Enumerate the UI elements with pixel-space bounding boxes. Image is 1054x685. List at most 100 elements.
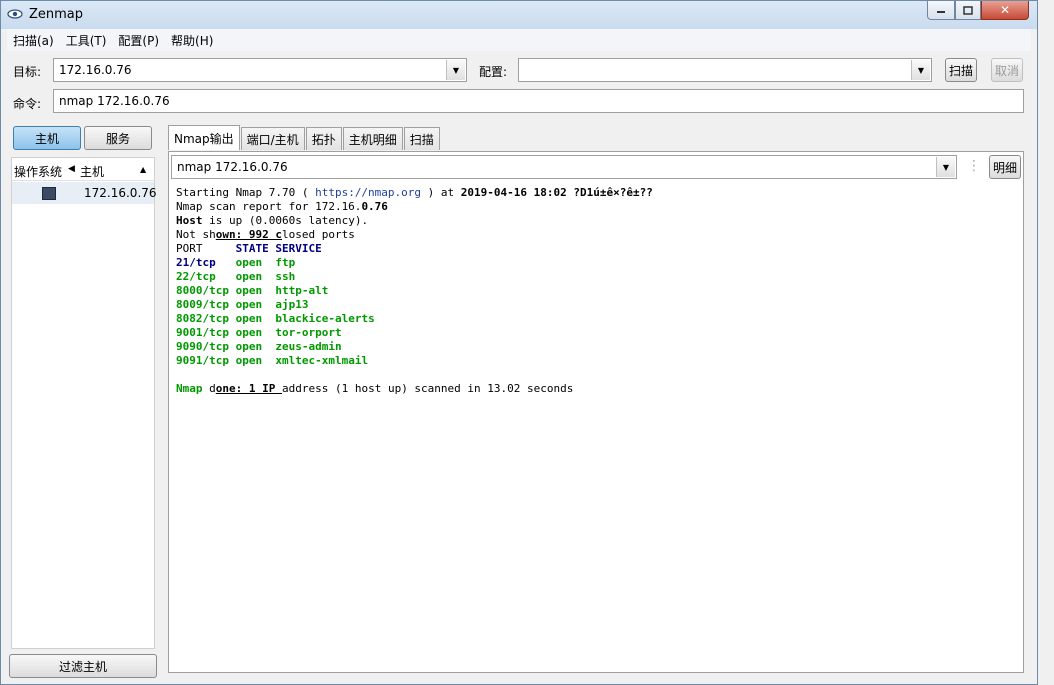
filter-hosts-button[interactable]: 过滤主机 — [9, 654, 157, 678]
window-title: Zenmap — [29, 7, 84, 22]
minimize-icon — [937, 11, 945, 13]
hosts-toggle-button[interactable]: 主机 — [13, 126, 81, 150]
tab-host-details[interactable]: 主机明细 — [342, 127, 403, 150]
cancel-button[interactable]: 取消 — [991, 58, 1023, 82]
command-label: 命令: — [13, 97, 42, 111]
output-line1-suffix: ?D1ú±ê×?ê±?? — [566, 186, 653, 199]
menu-tools[interactable]: 工具(T) — [60, 32, 113, 49]
port-number: 21/tcp — [176, 256, 216, 269]
port-service: blackice-alerts — [275, 312, 375, 325]
port-service: xmltec-xmlmail — [275, 354, 369, 367]
port-pad — [229, 298, 236, 311]
output-line4-underlined: own: 992 c — [215, 228, 282, 241]
separator-grip-icon: ⋮ — [967, 158, 981, 174]
tab-ports-hosts[interactable]: 端口/主机 — [240, 127, 305, 150]
menu-scan[interactable]: 扫描(a) — [7, 32, 60, 49]
output-done-a: d — [202, 382, 216, 395]
output-panel: nmap 172.16.0.76 ▼ ⋮ 明细 Starting Nmap 7.… — [168, 151, 1024, 673]
port-state: open — [235, 298, 263, 311]
port-number: 8009/tcp — [176, 298, 229, 311]
port-service: http-alt — [275, 284, 329, 297]
profile-dropdown-icon[interactable]: ▼ — [911, 60, 930, 80]
output-done-underlined: one: 1 IP — [215, 382, 282, 395]
services-toggle-button[interactable]: 服务 — [84, 126, 152, 150]
column-host[interactable]: 主机 — [80, 163, 104, 180]
output-line3-bold: Host — [176, 214, 203, 227]
menu-bar: 扫描(a) 工具(T) 配置(P) 帮助(H) — [7, 29, 1031, 51]
port-number: 9090/tcp — [176, 340, 229, 353]
port-state: open — [235, 270, 263, 283]
output-line4-b: losed ports — [281, 228, 355, 241]
port-pad — [229, 340, 236, 353]
port-gap — [262, 340, 275, 353]
port-state: open — [235, 340, 263, 353]
scan-button[interactable]: 扫描 — [945, 58, 977, 82]
output-url[interactable]: https://nmap.org — [315, 186, 421, 199]
column-divider-arrow-icon: ◀ — [68, 164, 75, 174]
host-ip: 172.16.0.76 — [84, 186, 157, 200]
port-gap — [262, 354, 275, 367]
tab-topology[interactable]: 拓扑 — [305, 127, 342, 150]
port-gap — [262, 326, 275, 339]
maximize-button[interactable] — [955, 1, 981, 20]
tab-scans[interactable]: 扫描 — [403, 127, 440, 150]
port-service: zeus-admin — [275, 340, 342, 353]
port-number: 22/tcp — [176, 270, 216, 283]
zenmap-eye-icon — [7, 9, 23, 19]
host-row[interactable]: 172.16.0.76 — [12, 182, 157, 204]
port-service: ftp — [275, 256, 296, 269]
port-gap — [262, 284, 275, 297]
target-dropdown-icon[interactable]: ▼ — [446, 60, 465, 80]
close-icon: ✕ — [999, 3, 1011, 17]
port-gap — [262, 270, 275, 283]
port-state: open — [235, 326, 263, 339]
port-number: 9001/tcp — [176, 326, 229, 339]
port-number: 8082/tcp — [176, 312, 229, 325]
port-number: 9091/tcp — [176, 354, 229, 367]
details-button[interactable]: 明细 — [989, 155, 1021, 179]
menu-profile[interactable]: 配置(P) — [112, 32, 165, 49]
output-line2-bold: 0.76 — [361, 200, 388, 213]
profile-combo[interactable]: ▼ — [518, 58, 932, 82]
os-unknown-icon — [42, 187, 56, 200]
port-number: 8000/tcp — [176, 284, 229, 297]
output-done-green: Nmap — [176, 382, 203, 395]
port-state: open — [235, 354, 263, 367]
target-combo[interactable]: 172.16.0.76 ▼ — [53, 58, 467, 82]
output-date: 2019-04-16 18:02 — [460, 186, 567, 199]
port-list: 21/tcp open ftp 22/tcp open ssh 8000/tcp… — [176, 256, 375, 367]
port-pad — [229, 284, 236, 297]
nmap-output-text: Starting Nmap 7.70 ( https://nmap.org ) … — [176, 186, 653, 396]
port-pad — [229, 326, 236, 339]
command-value: nmap 172.16.0.76 — [59, 94, 170, 108]
close-button[interactable]: ✕ — [981, 1, 1029, 20]
output-scan-select[interactable]: nmap 172.16.0.76 ▼ — [171, 155, 957, 179]
maximize-icon — [963, 5, 973, 15]
port-gap — [262, 312, 275, 325]
port-service: ssh — [275, 270, 296, 283]
port-state: open — [235, 284, 263, 297]
target-value: 172.16.0.76 — [59, 63, 132, 77]
output-line3-rest: is up (0.0060s latency). — [202, 214, 369, 227]
output-dropdown-icon[interactable]: ▼ — [936, 157, 955, 177]
target-label: 目标: — [13, 65, 42, 79]
tab-nmap-output[interactable]: Nmap输出 — [168, 125, 240, 150]
minimize-button[interactable] — [927, 1, 955, 20]
title-bar: Zenmap ✕ — [1, 1, 1037, 29]
port-state: open — [235, 256, 263, 269]
column-os[interactable]: 操作系统 — [14, 163, 62, 180]
sort-ascending-icon: ▲ — [140, 165, 147, 174]
output-done-b: address (1 host up) scanned in 13.02 sec… — [281, 382, 574, 395]
output-header-port: PORT — [176, 242, 236, 255]
port-pad — [216, 256, 236, 269]
output-line2-prefix: Nmap scan report for 172.16. — [176, 200, 362, 213]
output-line4-a: Not sh — [176, 228, 216, 241]
output-header-rest: STATE SERVICE — [235, 242, 322, 255]
output-line1-prefix: Starting Nmap 7.70 ( — [176, 186, 316, 199]
port-pad — [216, 270, 236, 283]
host-list-header: 操作系统 ◀ 主机 ▲ — [12, 158, 154, 181]
command-input[interactable]: nmap 172.16.0.76 — [53, 89, 1024, 113]
tab-bar: Nmap输出 端口/主机 拓扑 主机明细 扫描 — [168, 125, 441, 151]
output-line1-mid: ) at — [421, 186, 461, 199]
menu-help[interactable]: 帮助(H) — [165, 32, 219, 49]
